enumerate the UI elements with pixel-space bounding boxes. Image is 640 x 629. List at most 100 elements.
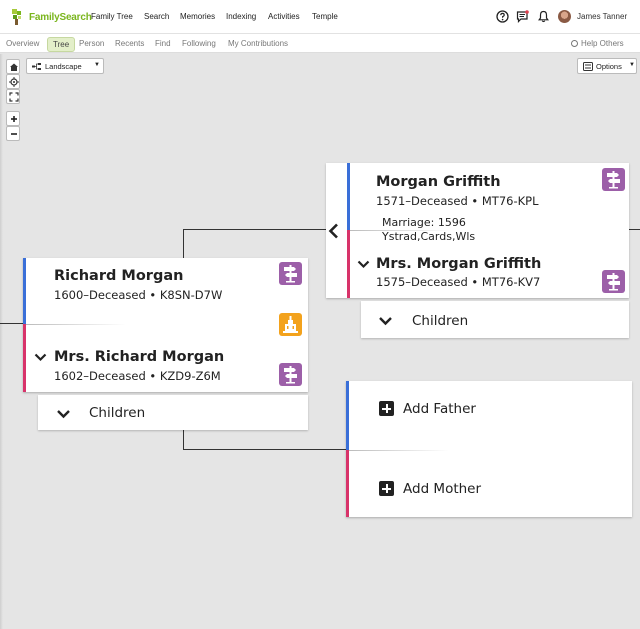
zoom-in-button[interactable]	[6, 111, 20, 126]
person-pid: MT76-KPL	[481, 194, 539, 208]
female-indicator	[347, 230, 350, 298]
marriage-date: Marriage: 1596	[382, 216, 466, 229]
signpost-icon	[607, 171, 620, 189]
divider	[349, 450, 449, 451]
separator: •	[471, 275, 479, 289]
add-icon	[379, 401, 394, 416]
marriage-info[interactable]: Marriage: 1596 Ystrad,Cards,Wls	[382, 216, 475, 244]
help-others-link[interactable]: Help Others	[571, 39, 624, 48]
subnav-recents[interactable]: Recents	[115, 39, 144, 48]
home-icon	[10, 63, 18, 71]
add-mother-button[interactable]: Add Mother	[379, 480, 509, 500]
canvas-edge-shadow	[0, 54, 3, 629]
user-name[interactable]: James Tanner	[577, 12, 627, 21]
separator: •	[149, 288, 157, 302]
caret-down-icon: ▼	[629, 62, 635, 68]
nav-family-tree[interactable]: Family Tree	[91, 12, 133, 21]
male-indicator	[346, 381, 349, 450]
ordinance-badge[interactable]	[279, 363, 302, 386]
ordinance-badge[interactable]	[279, 262, 302, 285]
add-icon	[379, 481, 394, 496]
couple-card-morgan-griffith: Morgan Griffith 1571–Deceased • MT76-KPL…	[326, 163, 629, 298]
notifications-icon[interactable]	[537, 10, 550, 23]
recenter-button[interactable]	[6, 74, 20, 89]
view-select-label: Landscape	[45, 62, 82, 71]
person-pid: MT76-KV7	[481, 275, 541, 289]
subnav-tree[interactable]: Tree	[47, 37, 76, 52]
signpost-icon	[284, 265, 297, 283]
chevron-down-icon[interactable]	[357, 260, 370, 269]
fullscreen-icon	[9, 92, 19, 102]
help-others-icon	[571, 40, 578, 47]
person-name[interactable]: Richard Morgan	[54, 268, 183, 284]
tree-logo-icon	[12, 9, 21, 25]
subnav-my-contributions[interactable]: My Contributions	[228, 39, 288, 48]
nav-indexing[interactable]: Indexing	[226, 12, 256, 21]
person-info[interactable]: 1575–Deceased • MT76-KV7	[376, 275, 540, 289]
signpost-icon	[284, 366, 297, 384]
options-icon	[583, 62, 593, 71]
fullscreen-button[interactable]	[6, 89, 20, 104]
avatar[interactable]	[558, 10, 571, 23]
add-father-label: Add Father	[403, 401, 476, 417]
chevron-down-icon	[379, 317, 392, 326]
subnav-following[interactable]: Following	[182, 39, 216, 48]
couple-card-richard-morgan: Richard Morgan 1600–Deceased • K8SN-D7W …	[23, 258, 308, 392]
person-dates: 1571–Deceased	[376, 194, 468, 208]
chevron-down-icon	[57, 410, 70, 419]
divider	[26, 324, 126, 325]
connector-line	[183, 229, 184, 259]
female-indicator	[23, 324, 26, 392]
person-pid: K8SN-D7W	[159, 288, 223, 302]
connector-line	[183, 430, 184, 449]
recenter-icon	[9, 77, 19, 87]
options-button[interactable]: Options ▼	[577, 58, 637, 74]
person-dates: 1602–Deceased	[54, 369, 146, 383]
nav-memories[interactable]: Memories	[180, 12, 215, 21]
add-mother-label: Add Mother	[403, 481, 482, 497]
help-others-label: Help Others	[581, 39, 624, 48]
chevron-left-icon[interactable]	[328, 223, 339, 239]
sub-navigation: Overview Tree Person Recents Find Follow…	[0, 34, 640, 53]
ordinance-badge[interactable]	[602, 168, 625, 191]
children-toggle[interactable]: Children	[38, 395, 308, 430]
connector-line	[183, 449, 347, 450]
home-button[interactable]	[6, 59, 20, 74]
children-label: Children	[89, 405, 146, 421]
ordinance-badge[interactable]	[602, 270, 625, 293]
nav-activities[interactable]: Activities	[268, 12, 300, 21]
messages-icon[interactable]	[516, 10, 529, 23]
nav-temple[interactable]: Temple	[312, 12, 338, 21]
zoom-out-icon	[11, 133, 17, 135]
subnav-person[interactable]: Person	[79, 39, 104, 48]
logo-text: FamilySearch	[29, 12, 92, 23]
zoom-out-button[interactable]	[6, 126, 20, 141]
male-indicator	[347, 163, 350, 230]
familysearch-logo[interactable]: FamilySearch	[10, 7, 92, 27]
separator: •	[471, 194, 479, 208]
person-name[interactable]: Mrs. Richard Morgan	[54, 349, 224, 365]
subnav-overview[interactable]: Overview	[6, 39, 39, 48]
male-indicator	[23, 258, 26, 324]
person-dates: 1575–Deceased	[376, 275, 468, 289]
tree-view-icon	[32, 63, 41, 70]
subnav-find[interactable]: Find	[155, 39, 171, 48]
person-info[interactable]: 1571–Deceased • MT76-KPL	[376, 194, 539, 208]
person-pid: KZD9-Z6M	[159, 369, 221, 383]
temple-badge[interactable]	[279, 313, 302, 336]
add-father-button[interactable]: Add Father	[379, 400, 509, 420]
connector-line	[629, 229, 640, 230]
temple-icon	[283, 316, 298, 333]
chevron-down-icon[interactable]	[34, 353, 47, 362]
zoom-in-icon	[11, 116, 17, 122]
person-name[interactable]: Mrs. Morgan Griffith	[376, 256, 541, 272]
person-info[interactable]: 1600–Deceased • K8SN-D7W	[54, 288, 222, 302]
children-label: Children	[412, 313, 469, 329]
nav-search[interactable]: Search	[144, 12, 169, 21]
children-toggle[interactable]: Children	[361, 301, 629, 338]
help-icon[interactable]	[496, 10, 509, 23]
view-select[interactable]: Landscape ▼	[26, 58, 104, 74]
connector-line	[183, 229, 326, 230]
person-info[interactable]: 1602–Deceased • KZD9-Z6M	[54, 369, 221, 383]
person-name[interactable]: Morgan Griffith	[376, 174, 501, 190]
